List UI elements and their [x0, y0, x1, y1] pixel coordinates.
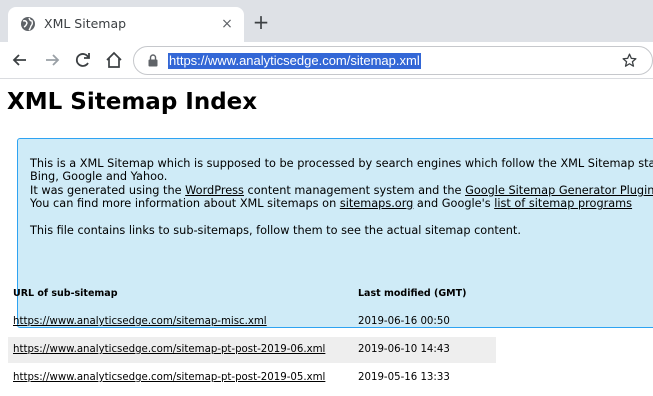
intro-text: You can find more information about XML …	[30, 197, 340, 210]
close-icon[interactable]: ×	[219, 16, 235, 32]
intro-line-4: You can find more information about XML …	[30, 197, 632, 210]
table-row: https://www.analyticsedge.com/sitemap-pt…	[8, 337, 496, 363]
last-modified: 2019-06-10 14:43	[358, 344, 450, 355]
intro-text: and Google's	[413, 197, 495, 210]
back-arrow-icon[interactable]	[10, 50, 30, 70]
sitemap-generator-link[interactable]: Google Sitemap Generator Plugin	[465, 184, 653, 197]
intro-line-5: This file contains links to sub-sitemaps…	[30, 224, 521, 237]
browser-toolbar: https://www.analyticsedge.com/sitemap.xm…	[0, 42, 653, 79]
sitemap-link[interactable]: https://www.analyticsedge.com/sitemap-mi…	[13, 316, 267, 327]
last-modified: 2019-05-16 13:33	[358, 372, 450, 383]
sitemap-link[interactable]: https://www.analyticsedge.com/sitemap-pt…	[13, 344, 325, 355]
url-text[interactable]: https://www.analyticsedge.com/sitemap.xm…	[168, 53, 421, 69]
column-header-modified: Last modified (GMT)	[358, 288, 467, 299]
table-row: https://www.analyticsedge.com/sitemap-pt…	[8, 365, 496, 391]
address-bar[interactable]: https://www.analyticsedge.com/sitemap.xm…	[133, 46, 653, 75]
page-title: XML Sitemap Index	[7, 89, 258, 115]
lock-icon[interactable]	[148, 54, 158, 67]
intro-line-1: This is a XML Sitemap which is supposed …	[30, 157, 653, 170]
sitemap-link[interactable]: https://www.analyticsedge.com/sitemap-pt…	[13, 372, 325, 383]
intro-box: This is a XML Sitemap which is supposed …	[17, 138, 653, 328]
sitemap-programs-link[interactable]: list of sitemap programs	[494, 197, 632, 210]
intro-text: content management system and the	[243, 184, 466, 197]
last-modified: 2019-06-16 00:50	[358, 316, 450, 327]
forward-arrow-icon[interactable]	[42, 50, 62, 70]
home-icon[interactable]	[104, 50, 124, 70]
page-content: XML Sitemap Index This is a XML Sitemap …	[0, 80, 653, 396]
tab-strip: XML Sitemap × +	[0, 0, 653, 42]
column-header-url: URL of sub-sitemap	[13, 288, 118, 299]
new-tab-button[interactable]: +	[251, 12, 271, 33]
reload-icon[interactable]	[73, 50, 93, 70]
sitemaps-org-link[interactable]: sitemaps.org	[340, 197, 414, 210]
intro-line-3: It was generated using the WordPress con…	[30, 184, 653, 197]
tab-title: XML Sitemap	[44, 16, 127, 31]
star-icon[interactable]	[621, 52, 638, 69]
intro-text: It was generated using the	[30, 184, 186, 197]
globe-icon	[21, 17, 35, 31]
intro-line-2: Bing, Google and Yahoo.	[30, 170, 168, 183]
wordpress-link[interactable]: WordPress	[185, 184, 244, 197]
table-row: https://www.analyticsedge.com/sitemap-mi…	[8, 309, 496, 335]
tab-xml-sitemap[interactable]: XML Sitemap ×	[8, 7, 244, 42]
